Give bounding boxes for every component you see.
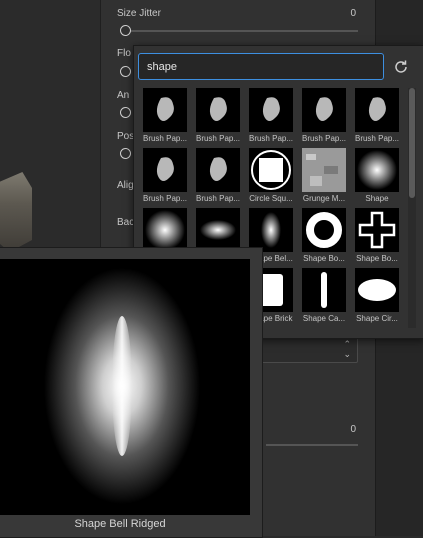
brush-tip-label: Shape <box>365 194 389 203</box>
chevron-down-icon: ⌄ <box>343 349 351 359</box>
brush-preview-image <box>0 259 250 515</box>
brush-tip-thumbnail <box>355 148 399 192</box>
align-label: Alig <box>117 180 134 191</box>
brush-tip-item[interactable]: Shape <box>352 148 402 203</box>
brush-tip-label: Brush Pap... <box>142 134 188 143</box>
preview-caption: Shape Bell Ridged <box>74 518 166 530</box>
brush-tip-item[interactable]: Brush Pap... <box>140 88 190 143</box>
brush-tip-thumbnail <box>196 88 240 132</box>
angle-slider-handle[interactable] <box>120 107 131 118</box>
brush-tip-item[interactable]: Shape Bo... <box>352 208 402 263</box>
refresh-icon[interactable] <box>392 58 410 76</box>
brush-tip-item[interactable]: Brush Pap... <box>193 148 243 203</box>
brush-tip-label: Shape Cir... <box>356 314 398 323</box>
background-label: Bac <box>117 217 135 228</box>
brush-tip-label: Brush Pap... <box>195 194 241 203</box>
brush-tip-label: Brush Pap... <box>142 194 188 203</box>
chevron-up-icon: ⌃ <box>343 339 351 349</box>
brush-tip-item[interactable]: Brush Pap... <box>193 88 243 143</box>
brush-tip-label: Brush Pap... <box>354 134 400 143</box>
scrollbar-thumb[interactable] <box>409 88 415 198</box>
brush-tip-thumbnail <box>196 148 240 192</box>
search-input[interactable] <box>138 53 384 80</box>
position-slider-handle[interactable] <box>120 148 131 159</box>
brush-tip-item[interactable]: Brush Pap... <box>246 88 296 143</box>
brush-tip-thumbnail <box>143 88 187 132</box>
lower-slider-track[interactable] <box>266 444 358 446</box>
lower-value: 0 <box>350 424 356 435</box>
brush-tip-thumbnail <box>143 148 187 192</box>
brush-tip-label: Brush Pap... <box>248 134 294 143</box>
brush-tip-thumbnail <box>143 208 187 252</box>
brush-tip-item[interactable]: Shape Cir... <box>352 268 402 323</box>
flow-label: Flo <box>117 48 131 59</box>
scene-object <box>0 172 32 252</box>
brush-tip-label: Grunge M... <box>302 194 346 203</box>
size-jitter-slider-handle[interactable] <box>120 25 131 36</box>
brush-tip-thumbnail <box>302 88 346 132</box>
size-jitter-slider-track[interactable] <box>127 30 358 32</box>
brush-tip-item[interactable]: Shape Bo... <box>299 208 349 263</box>
brush-tip-thumbnail <box>196 208 240 252</box>
brush-tip-item[interactable]: Grunge M... <box>299 148 349 203</box>
brush-tip-thumbnail <box>302 268 346 312</box>
brush-tip-thumbnail <box>249 148 293 192</box>
brush-tip-thumbnail <box>355 88 399 132</box>
brush-tip-thumbnail <box>302 148 346 192</box>
brush-tip-label: Shape Ca... <box>302 314 346 323</box>
brush-tip-label: Brush Pap... <box>195 134 241 143</box>
angle-label: An <box>117 90 130 101</box>
brush-tip-thumbnail <box>249 208 293 252</box>
flow-slider-handle[interactable] <box>120 66 131 77</box>
brush-tip-item[interactable]: Brush Pap... <box>352 88 402 143</box>
brush-tip-item[interactable]: Shape Ca... <box>299 268 349 323</box>
brush-tip-thumbnail <box>355 208 399 252</box>
brush-tip-label: Shape Bo... <box>356 254 398 263</box>
brush-tip-thumbnail <box>302 208 346 252</box>
position-label: Pos <box>117 131 135 142</box>
brush-tip-label: Shape Bo... <box>303 254 345 263</box>
size-jitter-label: Size Jitter <box>117 8 161 19</box>
brush-tip-item[interactable]: Brush Pap... <box>299 88 349 143</box>
brush-tip-thumbnail <box>249 88 293 132</box>
brush-tip-thumbnail <box>355 268 399 312</box>
brush-tip-label: Brush Pap... <box>301 134 347 143</box>
picker-scrollbar[interactable] <box>408 88 416 328</box>
size-jitter-value: 0 <box>350 8 356 19</box>
brush-tip-item[interactable]: Circle Squ... <box>246 148 296 203</box>
brush-tip-item[interactable]: Brush Pap... <box>140 148 190 203</box>
brush-preview-tooltip: Shape Bell Ridged <box>0 247 263 538</box>
brush-tip-label: Circle Squ... <box>249 194 293 203</box>
